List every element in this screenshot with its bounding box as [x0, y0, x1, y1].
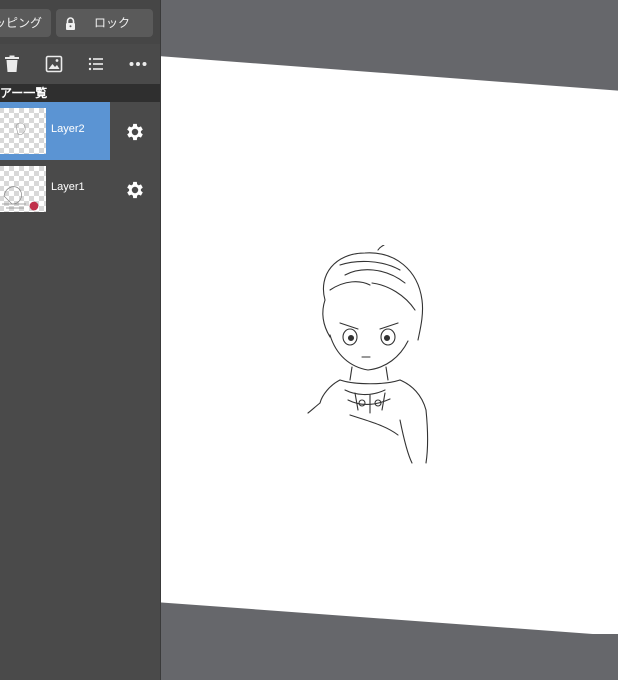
- clipping-label: ッピング: [0, 16, 42, 30]
- lock-label: ロック: [94, 16, 131, 30]
- layer-row-layer1[interactable]: Layer1: [0, 160, 160, 218]
- layer-thumbnail: [0, 108, 46, 154]
- lock-icon: [66, 17, 75, 30]
- list-icon[interactable]: [86, 54, 106, 74]
- layer-name: Layer2: [51, 123, 85, 135]
- gear-icon[interactable]: [124, 121, 146, 143]
- sketch-drawing: [307, 245, 429, 464]
- trash-icon[interactable]: [2, 54, 22, 74]
- layer-toolbar: [0, 46, 160, 82]
- more-icon[interactable]: [128, 54, 148, 74]
- layer-panel: ッピング ロック: [0, 0, 161, 680]
- layer-thumbnail: [0, 166, 46, 212]
- layer-name: Layer1: [51, 181, 85, 193]
- layer-list-header: アー一覧: [0, 84, 160, 102]
- gear-icon[interactable]: [124, 179, 146, 201]
- image-icon[interactable]: [44, 54, 64, 74]
- clipping-button[interactable]: ッピング: [0, 9, 51, 37]
- layer-row-layer2[interactable]: Layer2: [0, 102, 160, 160]
- lock-button[interactable]: ロック: [56, 9, 153, 37]
- layer-panel-topbar: ッピング ロック: [0, 0, 160, 44]
